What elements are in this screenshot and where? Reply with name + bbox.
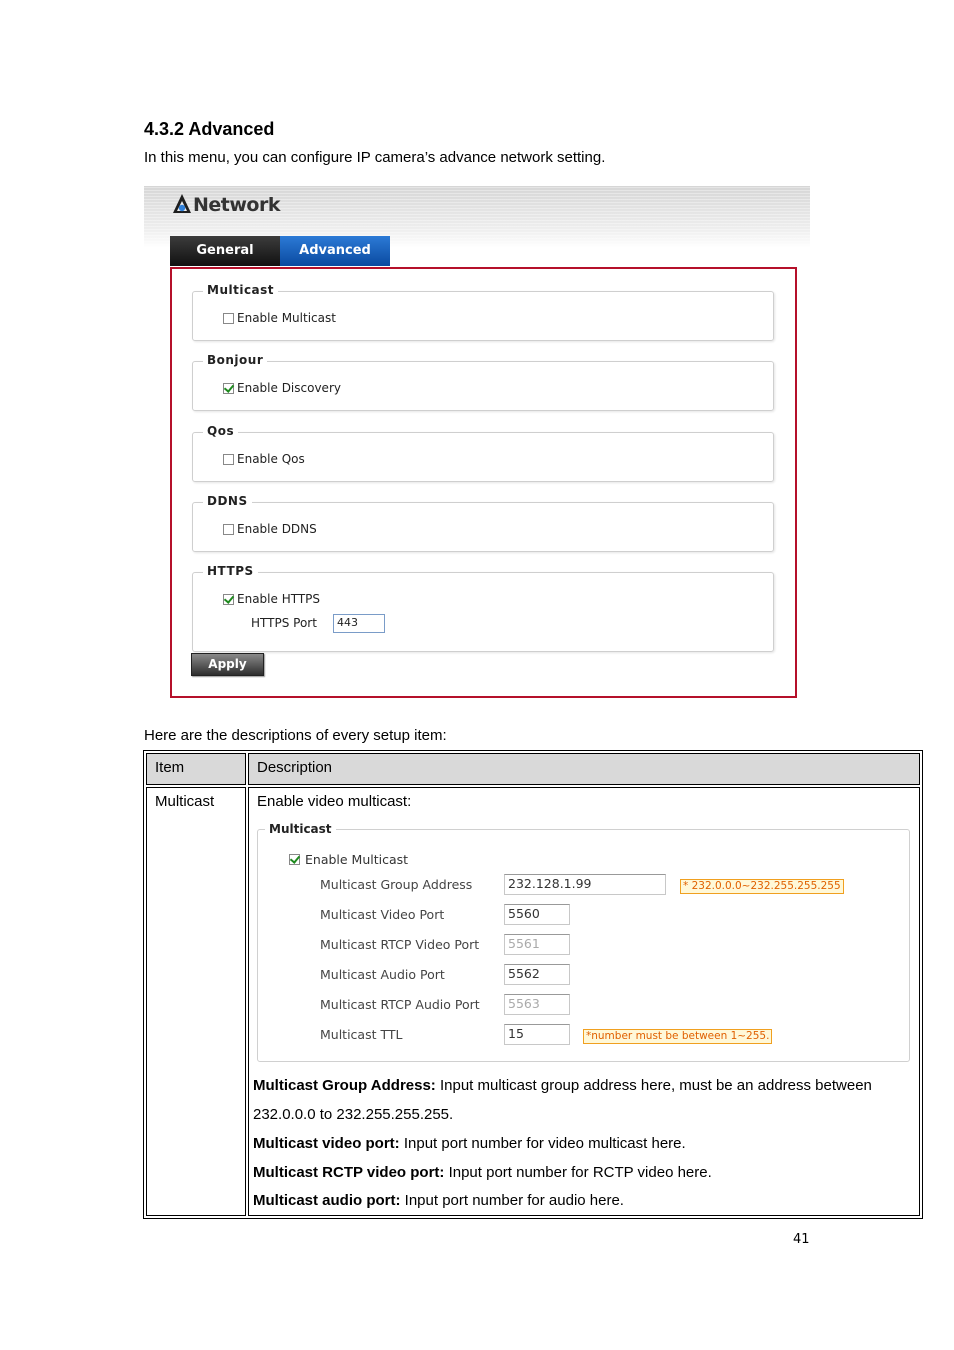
ttl-input[interactable]: 15 [504,1024,570,1045]
multicast-legend: Multicast [203,283,279,297]
enable-multicast-option[interactable]: Enable Multicast [223,311,336,325]
video-port-label: Multicast Video Port [320,907,445,922]
rtcp-video-port-label: Multicast RTCP Video Port [320,937,480,952]
mc-enable-multicast-checkbox[interactable] [289,854,300,865]
desc-video-port-term: Multicast video port: [253,1135,400,1152]
desc-video-port: Multicast video port: Input port number … [253,1134,686,1154]
tab-general[interactable]: General [170,236,280,266]
tab-advanced[interactable]: Advanced [280,236,390,266]
ddns-group: DDNS Enable DDNS [192,494,774,552]
table-header-row: Item Description [146,753,920,785]
desc-rtcp-video-port: Multicast RCTP video port: Input port nu… [253,1163,712,1183]
bonjour-group: Bonjour Enable Discovery [192,353,774,411]
enable-ddns-checkbox[interactable] [223,523,234,535]
audio-port-input[interactable]: 5562 [504,964,570,985]
desc-video-port-text: Input port number for video multicast he… [399,1135,686,1152]
enable-discovery-checkbox[interactable] [223,382,234,394]
descriptions-intro: Here are the descriptions of every setup… [144,727,447,744]
row-item: Multicast [146,787,246,1216]
https-port-label: HTTPS Port [251,616,317,630]
bonjour-legend: Bonjour [203,353,268,367]
section-title: 4.3.2 Advanced [144,119,275,139]
rtcp-video-port-input[interactable]: 5561 [504,934,570,955]
https-legend: HTTPS [203,564,258,578]
ddns-legend: DDNS [203,494,252,508]
advanced-settings-panel: Multicast Enable Multicast Bonjour Enabl… [170,267,797,698]
desc-rtcp-video-port-text: Input port number for RCTP video here. [444,1164,712,1181]
qos-group: Qos Enable Qos [192,424,774,482]
mc-enable-multicast-option[interactable]: Enable Multicast [289,852,408,867]
rtcp-audio-port-input[interactable]: 5563 [504,994,570,1015]
enable-qos-option[interactable]: Enable Qos [223,452,305,466]
enable-ddns-option[interactable]: Enable DDNS [223,522,317,536]
audio-port-label: Multicast Audio Port [320,967,445,982]
ttl-hint: *number must be between 1~255. [583,1029,773,1044]
header-item: Item [146,753,246,785]
ttl-label: Multicast TTL [320,1027,403,1042]
desc-rtcp-video-port-term: Multicast RCTP video port: [253,1164,445,1181]
section-intro: In this menu, you can configure IP camer… [144,149,606,166]
desc-group-address-term: Multicast Group Address: [253,1077,436,1094]
enable-discovery-label: Enable Discovery [237,381,341,395]
network-title: Network [193,194,280,216]
mc-enable-multicast-label: Enable Multicast [305,852,409,867]
group-address-hint: * 232.0.0.0~232.255.255.255 [680,879,844,894]
multicast-group: Multicast Enable Multicast [192,283,774,341]
enable-https-label: Enable HTTPS [237,592,321,606]
enable-ddns-label: Enable DDNS [237,522,317,536]
header-description: Description [248,753,920,785]
enable-https-option[interactable]: Enable HTTPS [223,592,320,606]
desc-audio-port-term: Multicast audio port: [253,1192,401,1209]
https-group: HTTPS Enable HTTPS HTTPS Port 443 [192,564,774,652]
enable-https-checkbox[interactable] [223,593,234,605]
desc-group-address-cont: 232.0.0.0 to 232.255.255.255. [253,1106,454,1123]
qos-legend: Qos [203,424,239,438]
row-lead: Enable video multicast: [257,793,412,810]
enable-multicast-label: Enable Multicast [237,311,336,325]
apply-button[interactable]: Apply [191,653,264,676]
desc-group-address-text: Input multicast group address here, must… [435,1077,872,1094]
multicast-box-legend: Multicast [265,822,336,836]
enable-multicast-checkbox[interactable] [223,312,234,324]
rtcp-audio-port-label: Multicast RTCP Audio Port [320,997,480,1012]
video-port-input[interactable]: 5560 [504,904,570,925]
desc-audio-port: Multicast audio port: Input port number … [253,1191,624,1211]
desc-group-address: Multicast Group Address: Input multicast… [253,1076,872,1096]
network-logo-icon [173,194,191,213]
enable-discovery-option[interactable]: Enable Discovery [223,381,341,395]
page-number: 41 [793,1232,810,1247]
desc-audio-port-text: Input port number for audio here. [400,1192,624,1209]
https-port-input[interactable]: 443 [333,614,385,633]
enable-qos-checkbox[interactable] [223,453,234,465]
group-address-input[interactable]: 232.128.1.99 [504,874,666,895]
enable-qos-label: Enable Qos [237,452,305,466]
group-address-label: Multicast Group Address [320,877,473,892]
